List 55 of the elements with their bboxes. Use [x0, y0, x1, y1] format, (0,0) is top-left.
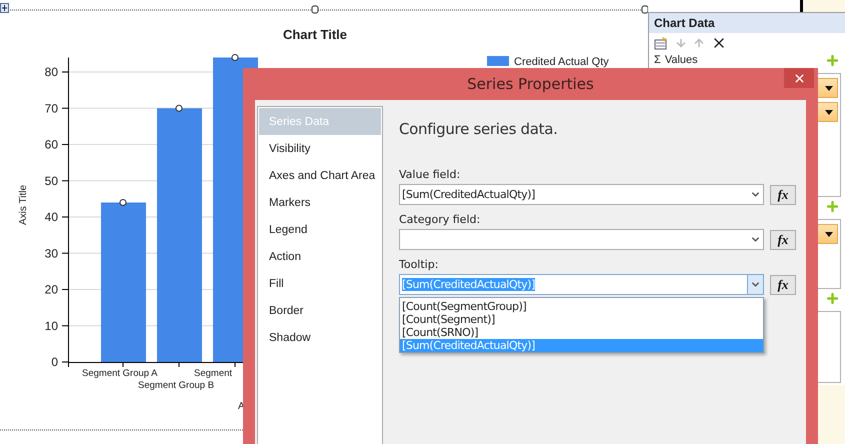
- close-icon: [792, 72, 806, 84]
- expression-button[interactable]: fx: [770, 230, 796, 250]
- nav-item[interactable]: Border: [259, 297, 381, 324]
- panel-title: Chart Data: [649, 13, 845, 33]
- data-marker: [120, 199, 126, 206]
- dropdown-option[interactable]: [Count(SRNO)]: [400, 326, 763, 339]
- resize-handle[interactable]: [312, 6, 318, 14]
- field-label: Value field:: [399, 168, 462, 181]
- nav-item[interactable]: Axes and Chart Area: [259, 162, 381, 189]
- dropdown-button[interactable]: [747, 275, 763, 294]
- axis-label: 30: [44, 246, 58, 260]
- axis-label: 20: [44, 282, 58, 296]
- category-label: Segment: [194, 368, 232, 379]
- field-label: Tooltip:: [399, 258, 440, 271]
- dropdown-option[interactable]: [Count(SegmentGroup)]: [400, 300, 763, 313]
- axis-label: 80: [44, 65, 58, 79]
- expression-button[interactable]: fx: [770, 184, 796, 204]
- axis-label: 60: [44, 138, 58, 152]
- sigma-symbol: Σ: [654, 54, 661, 66]
- nav-item[interactable]: Markers: [259, 189, 381, 216]
- axis-label: 0: [51, 355, 58, 369]
- dropdown-option[interactable]: [Count(Segment)]: [400, 313, 763, 326]
- data-marker: [232, 54, 238, 61]
- axis-title: Axis Title: [18, 185, 29, 225]
- data-marker: [176, 104, 182, 112]
- axis-label: 10: [44, 318, 58, 333]
- expression-button[interactable]: fx: [770, 274, 796, 294]
- section-heading: Configure series data.: [399, 120, 559, 138]
- values-label: Values: [664, 54, 698, 66]
- chart-title: Chart Title: [282, 27, 348, 42]
- combo-field[interactable]: [Sum(CreditedActualQty)]: [399, 184, 764, 205]
- axis-label: 50: [44, 174, 58, 188]
- window-edge: [800, 0, 803, 12]
- caret-icon: [825, 232, 833, 236]
- nav-item[interactable]: Shadow: [259, 324, 381, 351]
- axis-label: 70: [44, 101, 58, 116]
- resize-handle[interactable]: [642, 6, 648, 14]
- field-label: Category field:: [399, 213, 482, 226]
- combo-field[interactable]: [399, 229, 764, 250]
- dialog-title: Series Properties: [467, 75, 594, 93]
- caret-icon: [825, 86, 833, 90]
- close-button[interactable]: [784, 68, 814, 88]
- category-label: Segment Group A: [82, 368, 158, 379]
- category-label: Segment Group B: [138, 380, 214, 391]
- nav-item[interactable]: Fill: [259, 270, 381, 297]
- move-handle-icon[interactable]: [0, 3, 9, 13]
- properties-icon[interactable]: [654, 36, 669, 50]
- legend-label: Credited Actual Qty: [514, 56, 609, 68]
- nav-item[interactable]: Action: [259, 243, 381, 270]
- nav-item[interactable]: Visibility: [259, 135, 381, 162]
- nav-item[interactable]: Legend: [259, 216, 381, 243]
- axis-label: 40: [44, 210, 58, 224]
- background-panel: [803, 0, 845, 12]
- caret-icon: [825, 110, 833, 114]
- legend-swatch: [487, 56, 509, 66]
